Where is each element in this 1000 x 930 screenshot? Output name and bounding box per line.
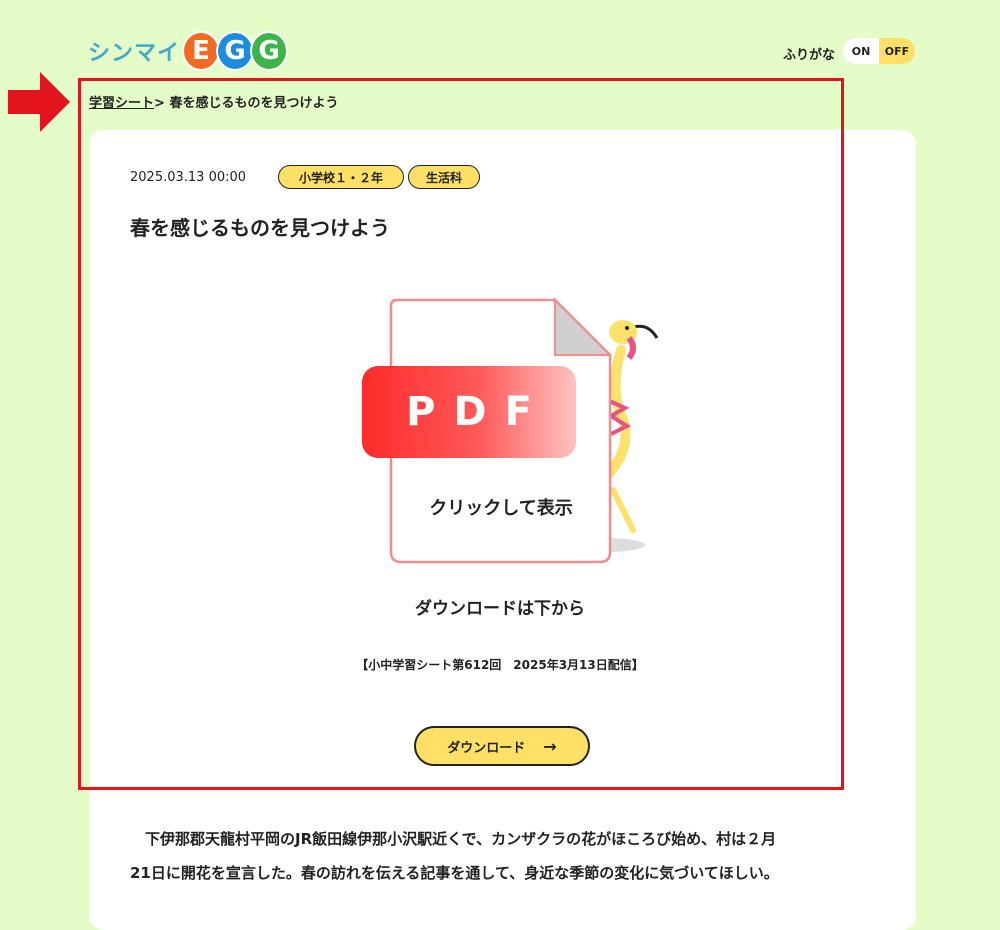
logo-egg: E G G bbox=[182, 31, 289, 71]
body-paragraph-continued: 21日に開花を宣言した。春の訪れを伝える記事を通して、身近な季節の変化に気づいて… bbox=[130, 864, 779, 882]
logo-egg-letter: G bbox=[216, 31, 255, 71]
logo-text: シンマイ bbox=[88, 41, 181, 66]
toggle-off-button[interactable]: OFF bbox=[879, 38, 915, 64]
furigana-toggle[interactable]: ON OFF bbox=[843, 38, 915, 64]
highlight-frame bbox=[78, 78, 844, 790]
toggle-on-button[interactable]: ON bbox=[843, 38, 879, 64]
logo-egg-letter: G bbox=[250, 31, 289, 71]
logo-egg-letter: E bbox=[182, 31, 221, 71]
article-body: 下伊那郡天龍村平岡のJR飯田線伊那小沢駅近くで、カンザクラの花がほころび始め、村… bbox=[130, 822, 890, 890]
body-paragraph: 下伊那郡天龍村平岡のJR飯田線伊那小沢駅近くで、カンザクラの花がほころび始め、村… bbox=[145, 830, 777, 848]
furigana-label: ふりがな bbox=[783, 48, 836, 63]
red-arrow-icon bbox=[8, 72, 70, 132]
site-logo[interactable]: シンマイ E G G bbox=[88, 30, 289, 72]
